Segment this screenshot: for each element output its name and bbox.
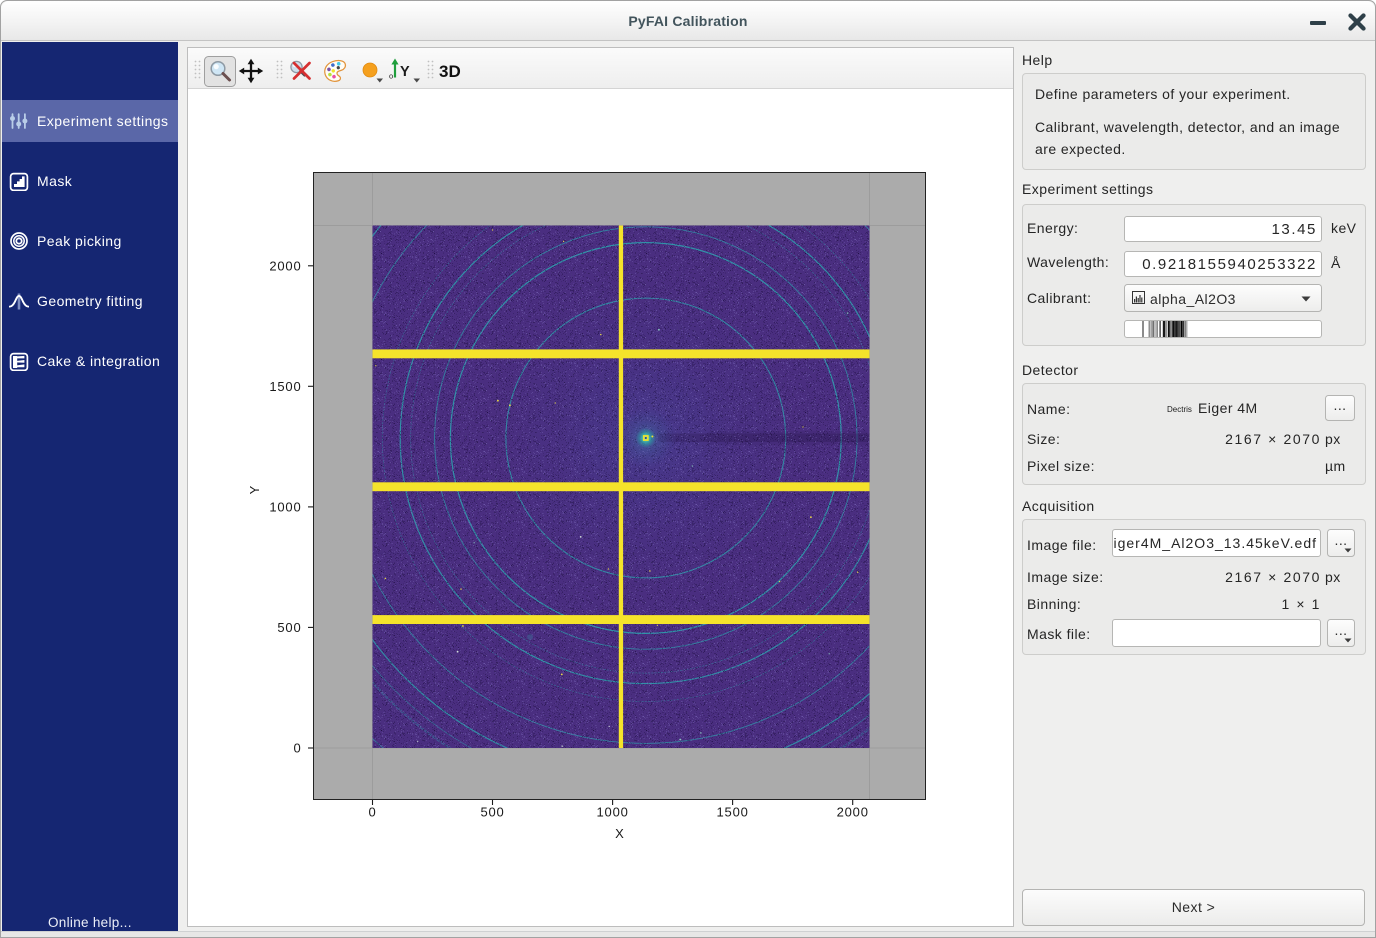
- svg-text:o: o: [389, 72, 393, 81]
- svg-text:1000: 1000: [597, 805, 629, 820]
- svg-text:Y: Y: [400, 64, 410, 80]
- svg-text:1000: 1000: [269, 500, 301, 515]
- svg-text:3D: 3D: [439, 62, 461, 81]
- svg-text:1500: 1500: [269, 379, 301, 394]
- svg-text:500: 500: [277, 620, 301, 635]
- svg-text:500: 500: [480, 805, 504, 820]
- svg-text:2000: 2000: [837, 805, 869, 820]
- svg-text:X: X: [615, 826, 624, 841]
- svg-text:0: 0: [293, 741, 301, 756]
- svg-text:Y: Y: [247, 485, 262, 494]
- svg-text:1500: 1500: [717, 805, 749, 820]
- svg-text:2000: 2000: [269, 258, 301, 273]
- svg-text:0: 0: [368, 805, 376, 820]
